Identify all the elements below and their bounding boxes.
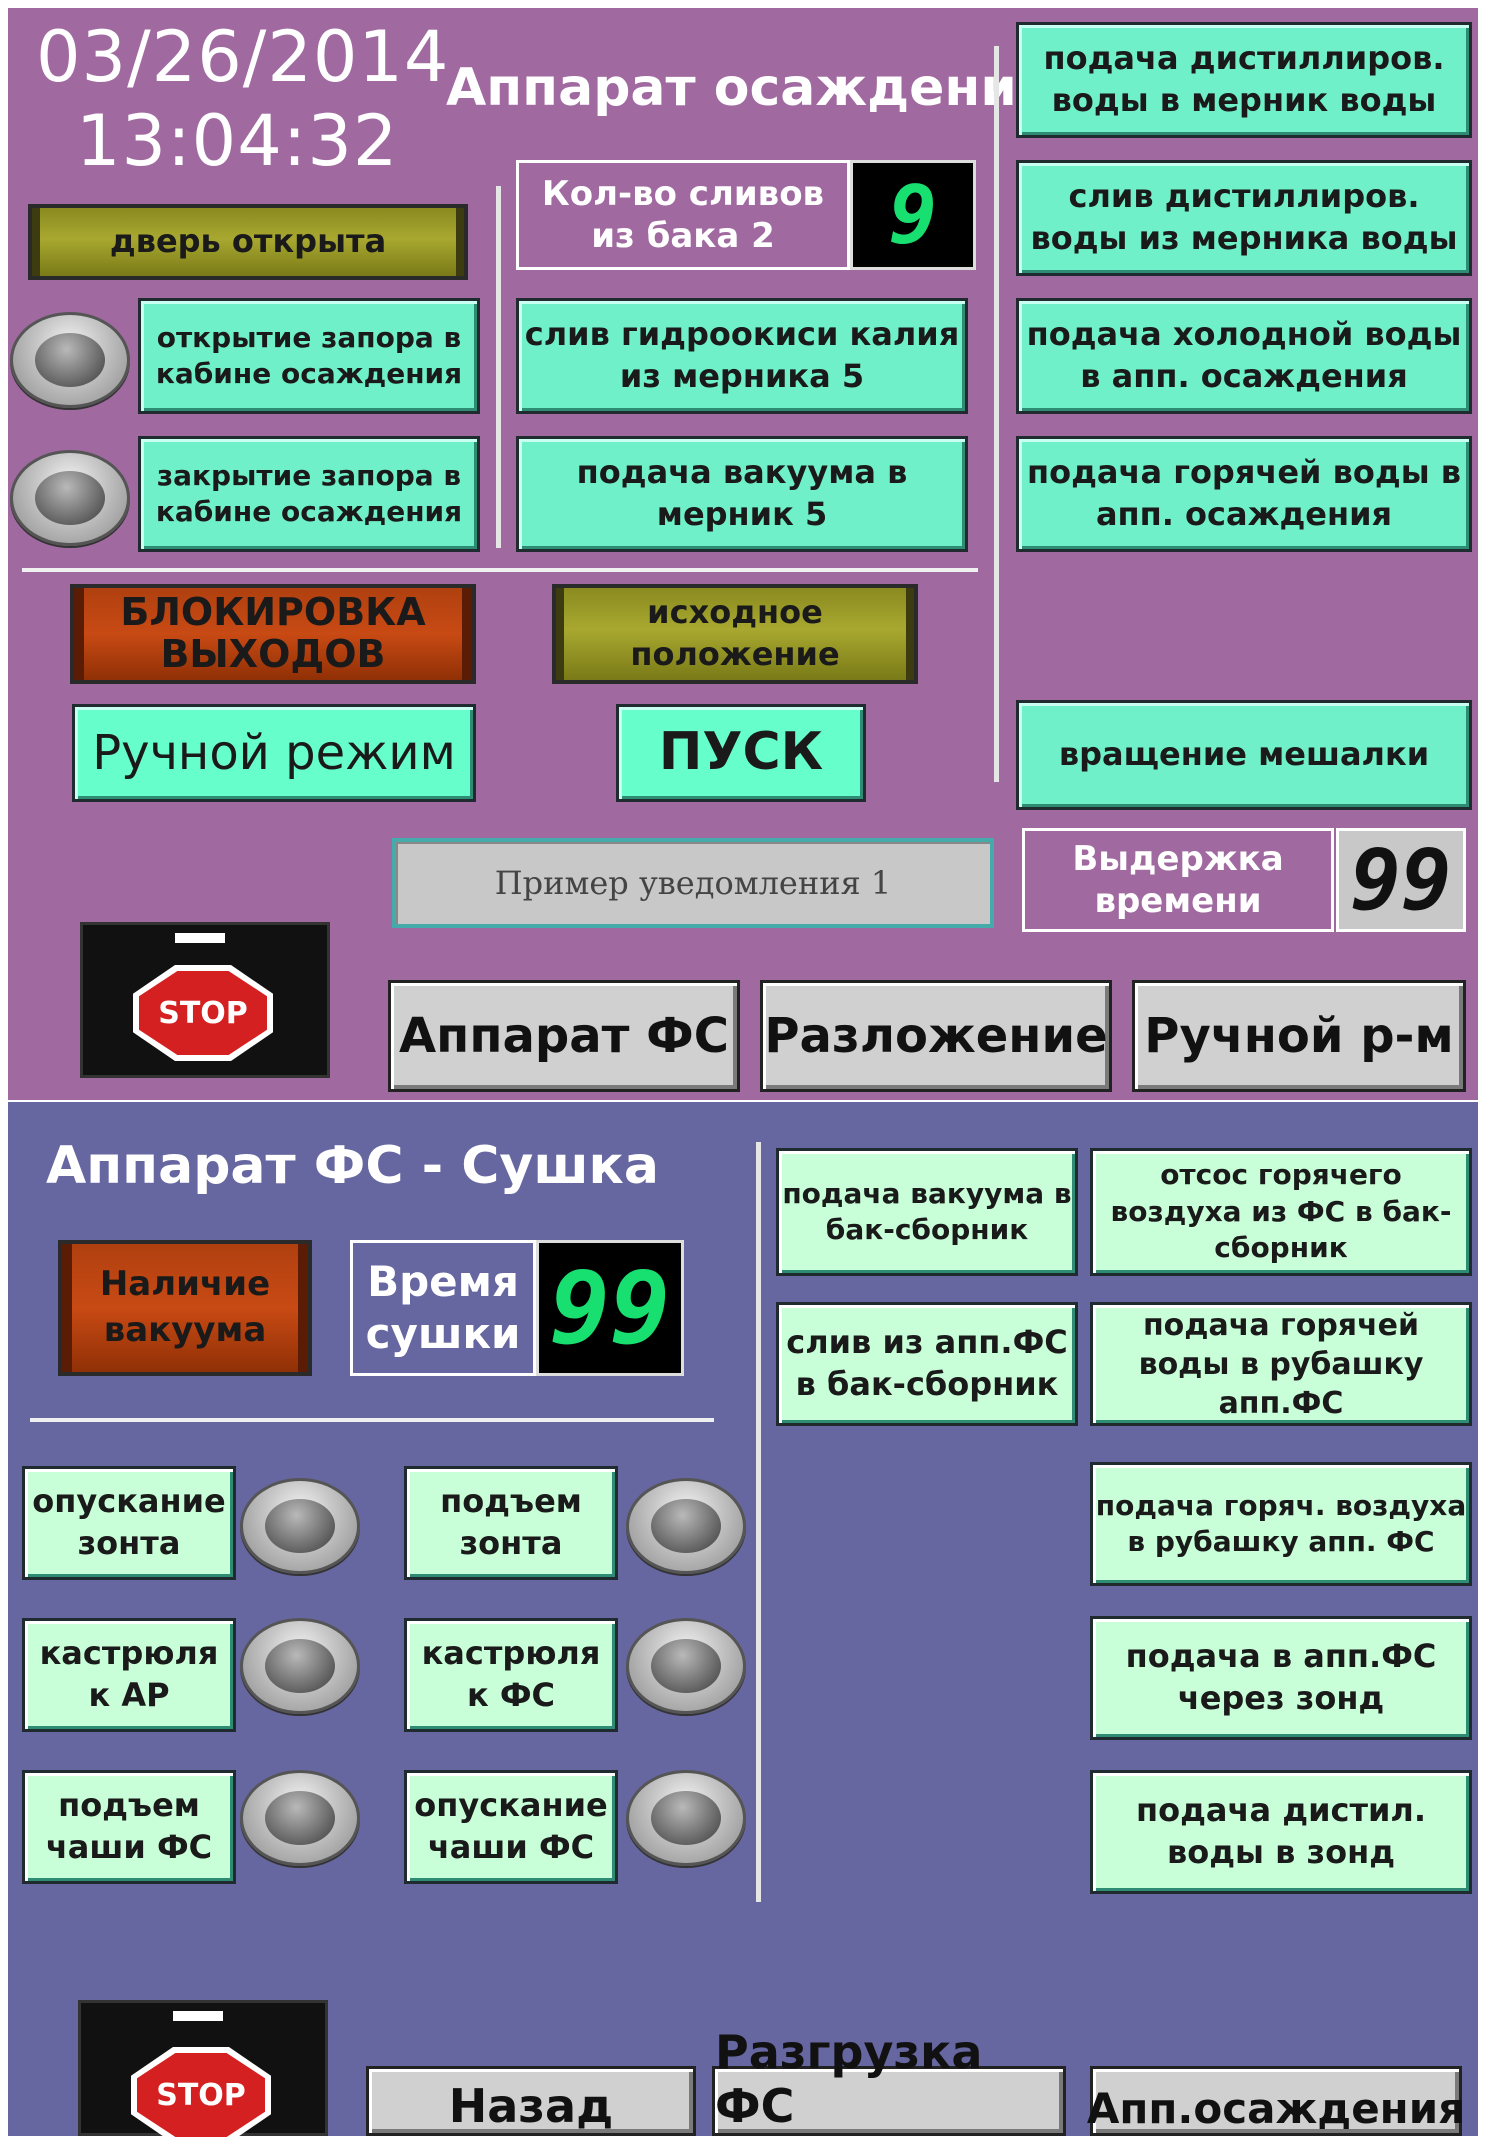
raise-bowl-lamp: [240, 1770, 360, 1866]
hot-air-jacket-button[interactable]: подача горяч. воздуха в рубашку апп. ФС: [1090, 1462, 1472, 1586]
stop-label: STOP: [139, 971, 267, 1055]
pan-to-ar-button[interactable]: кастрюля к АР: [22, 1618, 236, 1732]
manual-mode-button[interactable]: Ручной режим: [72, 704, 476, 802]
vacuum-present-indicator: Наличие вакуума: [58, 1240, 312, 1376]
drying-time-display: 99: [536, 1240, 684, 1376]
stop-label: STOP: [137, 2053, 265, 2137]
fs-drain-button[interactable]: слив из апп.ФС в бак-сборник: [776, 1302, 1078, 1426]
drying-time-label: Время сушки: [350, 1240, 536, 1376]
stop-button-bottom[interactable]: STOP: [78, 2000, 328, 2143]
nav-manual-button[interactable]: Ручной р-м: [1132, 980, 1466, 1092]
stop-icon: STOP: [133, 965, 273, 1061]
pan-to-fs-button[interactable]: кастрюля к ФС: [404, 1618, 618, 1732]
nav-apparatus-fs-button[interactable]: Аппарат ФС: [388, 980, 740, 1092]
divider: [994, 46, 999, 782]
distilled-drain-button[interactable]: слив дистиллиров. воды из мерника воды: [1016, 160, 1472, 276]
divider: [756, 1142, 761, 1902]
start-button[interactable]: ПУСК: [616, 704, 866, 802]
open-lock-lamp: [10, 312, 130, 408]
nav-deposition-button[interactable]: Апп.осаждения: [1087, 2066, 1465, 2136]
hold-time-display: 99: [1336, 828, 1466, 932]
door-open-indicator: дверь открыта: [28, 204, 468, 280]
stop-button[interactable]: STOP: [80, 922, 330, 1078]
vacuum-to-collector-button[interactable]: подача вакуума в бак-сборник: [776, 1148, 1078, 1276]
drains-count-label: Кол-во сливов из бака 2: [516, 160, 850, 270]
stop-handle: [175, 933, 225, 943]
hot-water-button[interactable]: подача горячей воды в апп. осаждения: [1016, 436, 1472, 552]
notification-field: Пример уведомления 1: [392, 838, 994, 928]
pan-to-fs-lamp: [626, 1618, 746, 1714]
drains-count-display: 9: [850, 160, 976, 270]
raise-hood-lamp: [626, 1478, 746, 1574]
raise-bowl-button[interactable]: подъем чаши ФС: [22, 1770, 236, 1884]
pan-to-ar-lamp: [240, 1618, 360, 1714]
lower-hood-lamp: [240, 1478, 360, 1574]
hot-air-suction-button[interactable]: отсос горячего воздуха из ФС в бак-сборн…: [1090, 1148, 1472, 1276]
stirrer-button[interactable]: вращение мешалки: [1016, 700, 1472, 810]
close-lock-lamp: [10, 450, 130, 546]
time-display: 13:04:32: [76, 100, 399, 182]
section-title: Аппарат ФС - Сушка: [46, 1136, 659, 1196]
lower-bowl-button[interactable]: опускание чаши ФС: [404, 1770, 618, 1884]
cold-water-button[interactable]: подача холодной воды в апп. осаждения: [1016, 298, 1472, 414]
distilled-probe-button[interactable]: подача дистил. воды в зонд: [1090, 1770, 1472, 1894]
stop-handle: [173, 2011, 223, 2021]
hold-time-label: Выдержка времени: [1022, 828, 1334, 932]
divider: [22, 568, 978, 572]
nav-unload-fs-button[interactable]: Разгрузка ФС: [712, 2025, 1066, 2136]
lower-bowl-lamp: [626, 1770, 746, 1866]
probe-feed-button[interactable]: подача в апп.ФС через зонд: [1090, 1616, 1472, 1740]
koh-drain-button[interactable]: слив гидроокиси калия из мерника 5: [516, 298, 968, 414]
hot-water-jacket-button[interactable]: подача горячей воды в рубашку апп.ФС: [1090, 1302, 1472, 1426]
lower-hood-button[interactable]: опускание зонта: [22, 1466, 236, 1580]
stop-icon: STOP: [131, 2047, 271, 2143]
nav-decomposition-button[interactable]: Разложение: [760, 980, 1112, 1092]
divider: [30, 1418, 714, 1422]
raise-hood-button[interactable]: подъем зонта: [404, 1466, 618, 1580]
nav-back-button[interactable]: Назад: [366, 2066, 696, 2136]
vacuum-feed-button[interactable]: подача вакуума в мерник 5: [516, 436, 968, 552]
open-lock-button[interactable]: открытие запора в кабине осаждения: [138, 298, 480, 414]
date-display: 03/26/2014: [36, 16, 450, 98]
close-lock-button[interactable]: закрытие запора в кабине осаждения: [138, 436, 480, 552]
distilled-feed-button[interactable]: подача дистиллиров. воды в мерник воды: [1016, 22, 1472, 138]
divider: [496, 186, 501, 548]
page-title: Аппарат осаждения: [446, 58, 1051, 118]
initial-position-indicator: исходное положение: [552, 584, 918, 684]
block-outputs-indicator: БЛОКИРОВКА ВЫХОДОВ: [70, 584, 476, 684]
